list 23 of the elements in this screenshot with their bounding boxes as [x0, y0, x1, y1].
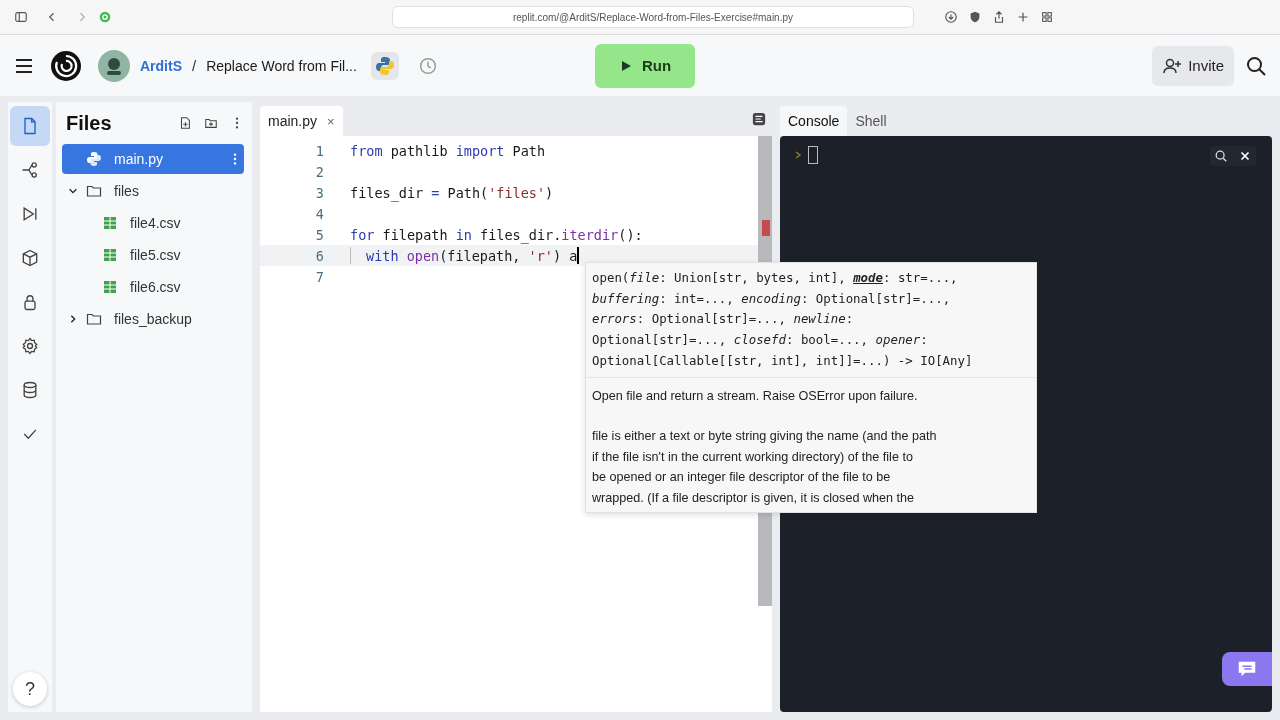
code-line: files_dir = Path('files'): [350, 184, 554, 201]
doc-line: be opened or an integer file descriptor of the file to be: [592, 469, 892, 487]
line-number: 6: [314, 247, 325, 264]
signature-line: errors: Optional[str]=..., newline:: [592, 310, 855, 329]
signature-line: open(file: Union[str, bytes, int], mode: str=...,: [592, 268, 959, 287]
breadcrumb-separator: /: [192, 57, 197, 74]
signature-line: buffering: int=..., encoding: Optional[str]=...,: [592, 289, 952, 308]
signature-line: Optional[Callable[[str, int], int]]=...) -> IO[Any]: [592, 352, 974, 371]
line-number: 7: [314, 268, 325, 285]
doc-line: file is either a text or byte string giving the name (and the path: [592, 428, 938, 445]
line-number: 5: [314, 226, 325, 243]
line-number: 3: [314, 184, 325, 201]
code-line: from pathlib import Path: [350, 142, 546, 159]
line-number: 2: [314, 163, 325, 180]
code-line: with open(filepath, 'r') a: [350, 247, 580, 264]
line-number: 1: [314, 142, 325, 159]
line-number: 4: [314, 205, 325, 222]
doc-summary: Open file and return a stream. Raise OSError upon failure.: [592, 388, 919, 405]
files-title: Files: [66, 111, 113, 135]
doc-line: wrapped. (If a file descriptor is given, it is closed when the: [592, 489, 915, 507]
signature-line: Optional[str]=..., closefd: bool=..., opener:: [592, 331, 929, 350]
doc-line: if the file isn't in the current working directory) of the file to: [592, 448, 914, 466]
code-line: for filepath in files_dir.iterdir():: [350, 226, 643, 243]
